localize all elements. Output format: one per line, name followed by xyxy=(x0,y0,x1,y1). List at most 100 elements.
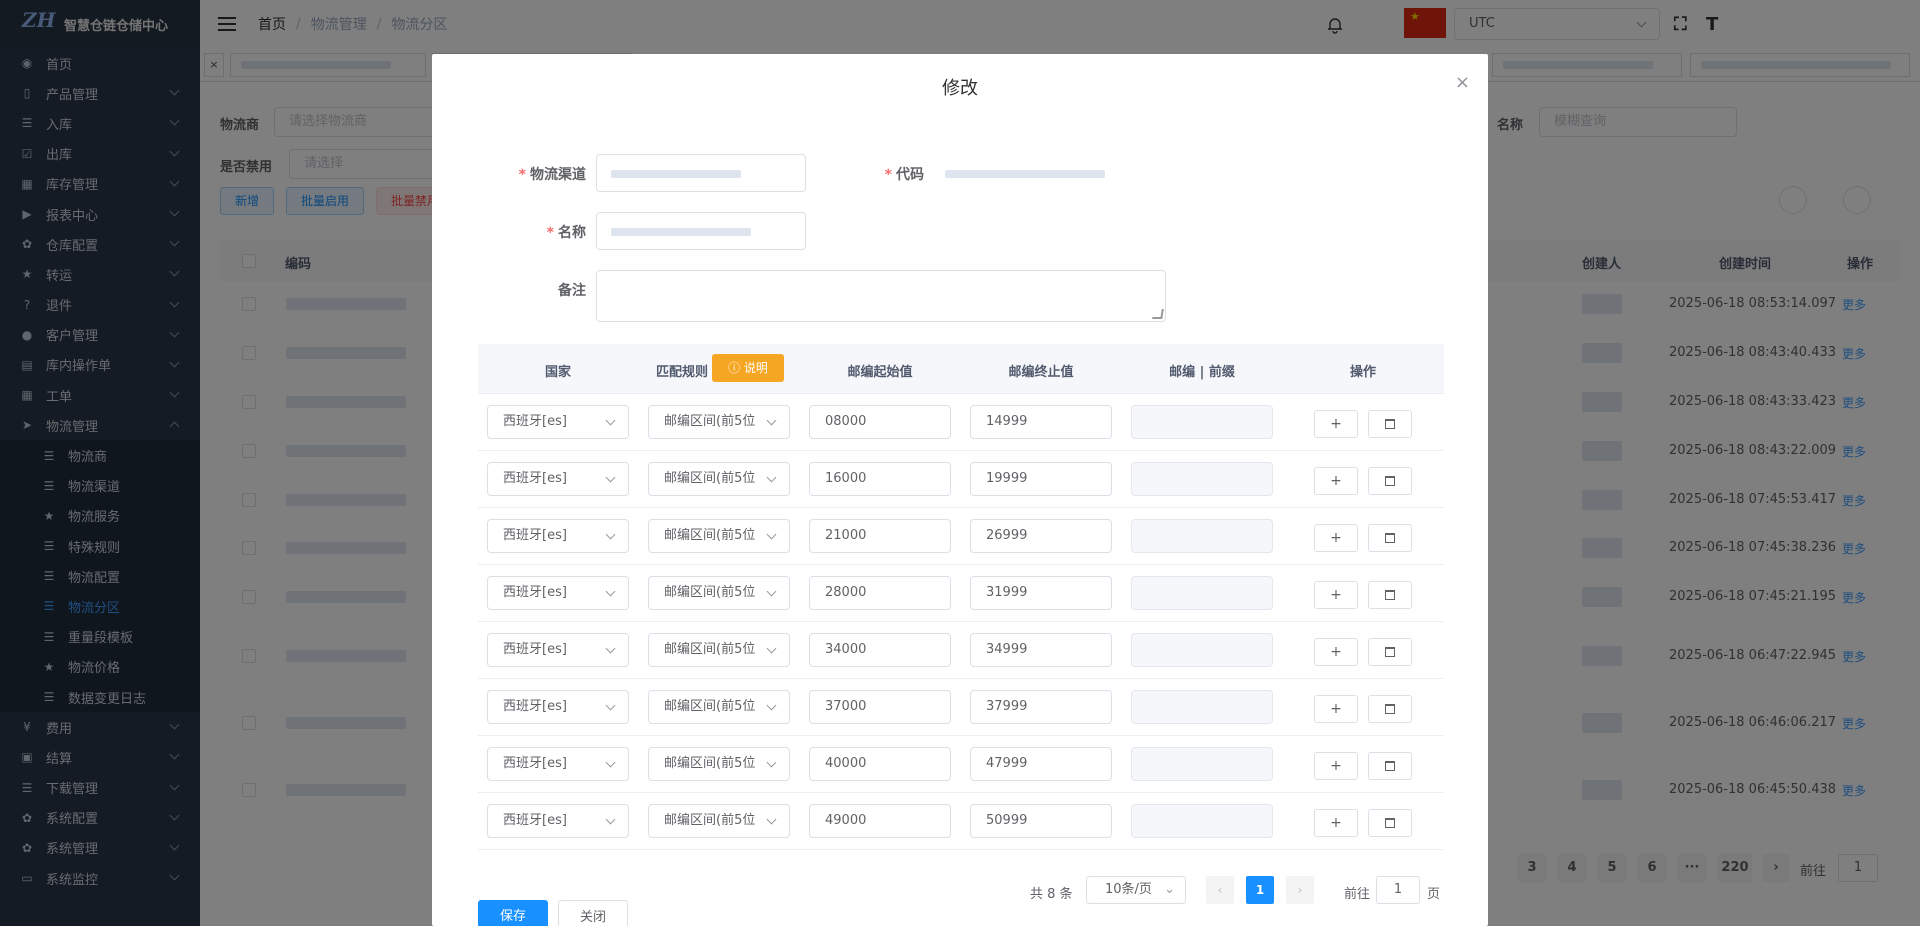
country-select[interactable]: 西班牙[es] xyxy=(487,804,629,838)
zip-prefix-input xyxy=(1131,576,1273,610)
trash-icon xyxy=(1385,647,1395,657)
plus-icon: + xyxy=(1330,416,1342,432)
remark-textarea[interactable] xyxy=(596,270,1166,322)
prev-page-button[interactable]: ‹ xyxy=(1206,876,1234,904)
trash-icon xyxy=(1385,818,1395,828)
remark-label: 备注 xyxy=(558,283,586,299)
zone-row: 西班牙[es] 邮编区间(前5位 34000 34999 + xyxy=(478,622,1444,679)
zone-row: 西班牙[es] 邮编区间(前5位 49000 50999 + xyxy=(478,793,1444,850)
country-select[interactable]: 西班牙[es] xyxy=(487,576,629,610)
delete-row-button[interactable] xyxy=(1368,695,1412,723)
country-select[interactable]: 西班牙[es] xyxy=(487,690,629,724)
code-label: 代码 xyxy=(896,167,924,183)
next-page-button[interactable]: › xyxy=(1286,876,1314,904)
delete-row-button[interactable] xyxy=(1368,752,1412,780)
add-row-button[interactable]: + xyxy=(1314,752,1358,780)
add-row-button[interactable]: + xyxy=(1314,410,1358,438)
total-count: 共 8 条 xyxy=(1030,887,1073,902)
zip-end-input[interactable]: 31999 xyxy=(970,576,1112,610)
zip-start-input[interactable]: 40000 xyxy=(809,747,951,781)
page-suffix: 页 xyxy=(1427,887,1441,902)
rule-select[interactable]: 邮编区间(前5位 xyxy=(648,519,790,553)
delete-row-button[interactable] xyxy=(1368,809,1412,837)
zip-start-input[interactable]: 28000 xyxy=(809,576,951,610)
zip-end-input[interactable]: 47999 xyxy=(970,747,1112,781)
add-row-button[interactable]: + xyxy=(1314,581,1358,609)
zip-start-input[interactable]: 34000 xyxy=(809,633,951,667)
close-icon[interactable]: × xyxy=(1455,72,1470,93)
country-select[interactable]: 西班牙[es] xyxy=(487,519,629,553)
zone-row: 西班牙[es] 邮编区间(前5位 40000 47999 + xyxy=(478,736,1444,793)
plus-icon: + xyxy=(1330,587,1342,603)
add-row-button[interactable]: + xyxy=(1314,809,1358,837)
zip-prefix-input xyxy=(1131,804,1273,838)
zone-row: 西班牙[es] 邮编区间(前5位 16000 19999 + xyxy=(478,451,1444,508)
add-row-button[interactable]: + xyxy=(1314,467,1358,495)
trash-icon xyxy=(1385,476,1395,486)
zip-start-input[interactable]: 16000 xyxy=(809,462,951,496)
edit-dialog: 修改 × * 物流渠道 * 代码 * 名称 备注 国家 匹配规则 ⓘ 说明 邮编起始值… xyxy=(432,54,1488,926)
rule-select[interactable]: 邮编区间(前5位 xyxy=(648,690,790,724)
code-input[interactable] xyxy=(934,154,1144,192)
rule-select[interactable]: 邮编区间(前5位 xyxy=(648,804,790,838)
zip-prefix-input xyxy=(1131,462,1273,496)
dialog-title: 修改 xyxy=(942,78,978,99)
trash-icon xyxy=(1385,761,1395,771)
col-zip-start: 邮编起始值 xyxy=(847,365,913,380)
delete-row-button[interactable] xyxy=(1368,581,1412,609)
zone-table-header: 国家 匹配规则 ⓘ 说明 邮编起始值 邮编终止值 邮编 | 前缀 操作 xyxy=(478,344,1444,394)
col-action: 操作 xyxy=(1349,365,1376,380)
delete-row-button[interactable] xyxy=(1368,467,1412,495)
rule-select[interactable]: 邮编区间(前5位 xyxy=(648,633,790,667)
zip-start-input[interactable]: 08000 xyxy=(809,405,951,439)
delete-row-button[interactable] xyxy=(1368,524,1412,552)
zip-end-input[interactable]: 14999 xyxy=(970,405,1112,439)
name-input[interactable] xyxy=(596,212,806,250)
col-zip-prefix: 邮编 | 前缀 xyxy=(1169,365,1235,380)
zone-row: 西班牙[es] 邮编区间(前5位 21000 26999 + xyxy=(478,508,1444,565)
rule-help-badge[interactable]: ⓘ 说明 xyxy=(712,354,784,382)
goto-label: 前往 xyxy=(1344,887,1371,902)
zip-end-input[interactable]: 34999 xyxy=(970,633,1112,667)
trash-icon xyxy=(1385,419,1395,429)
add-row-button[interactable]: + xyxy=(1314,524,1358,552)
country-select[interactable]: 西班牙[es] xyxy=(487,462,629,496)
goto-page-input[interactable]: 1 xyxy=(1376,876,1420,904)
plus-icon: + xyxy=(1330,530,1342,546)
zip-start-input[interactable]: 37000 xyxy=(809,690,951,724)
rule-select[interactable]: 邮编区间(前5位 xyxy=(648,747,790,781)
zip-end-input[interactable]: 37999 xyxy=(970,690,1112,724)
rule-select[interactable]: 邮编区间(前5位 xyxy=(648,462,790,496)
add-row-button[interactable]: + xyxy=(1314,695,1358,723)
zip-start-input[interactable]: 49000 xyxy=(809,804,951,838)
delete-row-button[interactable] xyxy=(1368,410,1412,438)
zip-start-input[interactable]: 21000 xyxy=(809,519,951,553)
page-size-select[interactable]: 10条/页 ⌄ xyxy=(1086,876,1186,904)
zip-end-input[interactable]: 50999 xyxy=(970,804,1112,838)
channel-label: 物流渠道 xyxy=(530,167,586,183)
rule-select[interactable]: 邮编区间(前5位 xyxy=(648,405,790,439)
zip-prefix-input xyxy=(1131,633,1273,667)
zone-row: 西班牙[es] 邮编区间(前5位 08000 14999 + xyxy=(478,394,1444,451)
zip-end-input[interactable]: 26999 xyxy=(970,519,1112,553)
plus-icon: + xyxy=(1330,644,1342,660)
country-select[interactable]: 西班牙[es] xyxy=(487,405,629,439)
country-select[interactable]: 西班牙[es] xyxy=(487,633,629,667)
add-row-button[interactable]: + xyxy=(1314,638,1358,666)
zone-row: 西班牙[es] 邮编区间(前5位 37000 37999 + xyxy=(478,679,1444,736)
info-icon: ⓘ xyxy=(728,361,744,375)
zip-end-input[interactable]: 19999 xyxy=(970,462,1112,496)
save-button[interactable]: 保存 xyxy=(478,900,548,926)
chevron-down-icon: ⌄ xyxy=(1164,882,1175,897)
close-button[interactable]: 关闭 xyxy=(558,900,628,926)
zip-prefix-input xyxy=(1131,519,1273,553)
zip-prefix-input xyxy=(1131,405,1273,439)
channel-input[interactable] xyxy=(596,154,806,192)
current-page[interactable]: 1 xyxy=(1246,876,1274,904)
col-rule: 匹配规则 xyxy=(655,365,708,380)
plus-icon: + xyxy=(1330,758,1342,774)
rule-select[interactable]: 邮编区间(前5位 xyxy=(648,576,790,610)
delete-row-button[interactable] xyxy=(1368,638,1412,666)
country-select[interactable]: 西班牙[es] xyxy=(487,747,629,781)
name-label: 名称 xyxy=(558,225,586,241)
